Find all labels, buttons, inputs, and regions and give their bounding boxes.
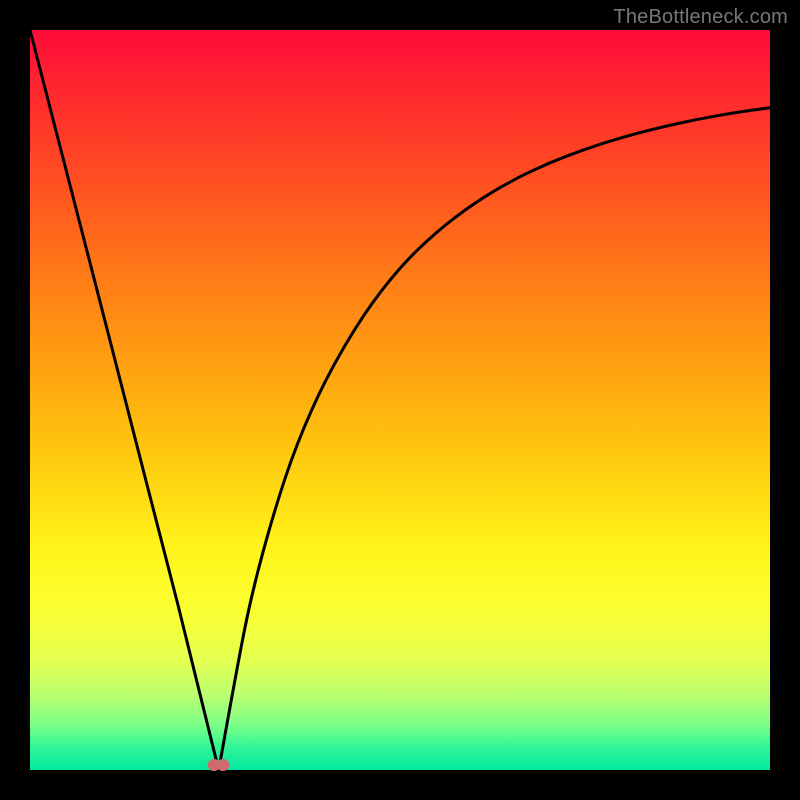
chart-frame: TheBottleneck.com [0, 0, 800, 800]
plot-area [30, 30, 770, 770]
min-marker-b [217, 759, 230, 771]
curve-layer [30, 30, 770, 770]
watermark-text: TheBottleneck.com [613, 6, 788, 29]
left-branch [30, 30, 219, 770]
right-branch [219, 108, 770, 770]
